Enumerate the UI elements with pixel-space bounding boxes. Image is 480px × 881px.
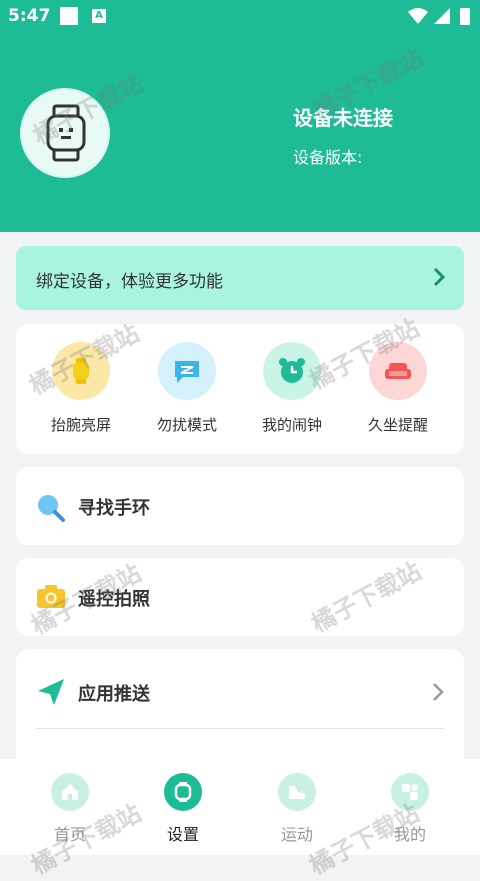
feature-label: 我的闹钟 (261, 416, 322, 434)
app-push-label[interactable]: 应用推送 (78, 680, 150, 706)
shoe-icon (278, 773, 316, 811)
feature-label: 抬腕亮屏 (50, 416, 111, 434)
notification-square-icon (60, 7, 78, 25)
divider (36, 728, 444, 729)
battery-icon (460, 8, 470, 25)
chevron-right-icon[interactable] (432, 682, 444, 702)
feature-label: 勿扰模式 (156, 416, 217, 434)
bind-device-text: 绑定设备，体验更多功能 (36, 272, 223, 292)
find-band-row[interactable]: 寻找手环 (16, 467, 464, 545)
message-icon (158, 342, 216, 400)
chevron-right-icon (433, 267, 446, 287)
app-push-card: 应用推送 (16, 649, 464, 769)
row-label: 寻找手环 (78, 498, 150, 519)
feature-do-not-disturb[interactable]: 勿扰模式 (137, 342, 237, 435)
status-icons (406, 6, 474, 26)
nav-tab-settings[interactable]: 设置 (133, 773, 233, 845)
status-time: 5:47 (8, 6, 51, 26)
wifi-icon (408, 8, 428, 24)
device-version-label: 设备版本: (293, 148, 363, 167)
nav-label: 设置 (166, 825, 199, 844)
feature-label: 久坐提醒 (367, 416, 428, 434)
notification-a-icon: A (92, 9, 106, 23)
bind-device-card[interactable]: 绑定设备，体验更多功能 (16, 246, 464, 310)
signal-icon (434, 8, 450, 24)
search-icon (38, 495, 65, 522)
send-icon (38, 679, 64, 705)
home-icon (51, 773, 89, 811)
watch-icon (164, 773, 202, 811)
status-bar: 5:47 A (0, 0, 480, 32)
